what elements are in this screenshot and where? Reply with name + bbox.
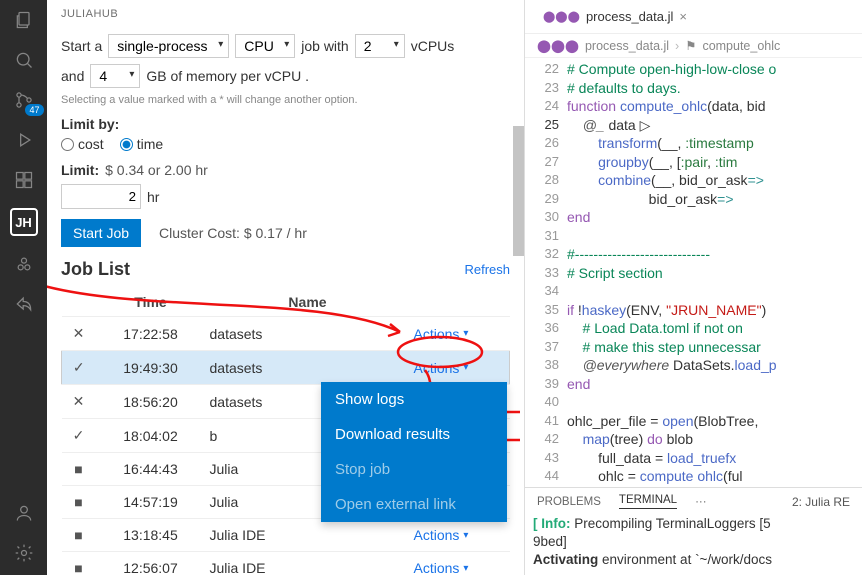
job-time: 18:56:20 (96, 385, 206, 419)
status-icon: ✓ (62, 351, 96, 385)
table-row[interactable]: ✕ 17:22:58 datasets Actions ▾ (62, 317, 510, 351)
menu-show-logs[interactable]: Show logs (321, 382, 507, 417)
tab-process-data[interactable]: ⬤⬤⬤ process_data.jl × (535, 0, 695, 33)
tab-problems[interactable]: PROBLEMS (537, 496, 601, 508)
memory-select[interactable]: 4 (90, 64, 140, 88)
label: vCPUs (411, 38, 455, 54)
julia-file-icon: ⬤⬤⬤ (543, 10, 580, 23)
radio-cost[interactable]: cost (61, 136, 104, 152)
tab-terminal[interactable]: TERMINAL (619, 494, 677, 509)
actions-button[interactable]: Actions ▾ (414, 360, 469, 376)
th-name: Name (206, 288, 410, 317)
job-name: datasets (206, 351, 410, 385)
panel-title: JULIAHUB (47, 0, 524, 24)
status-icon: ✓ (62, 419, 96, 453)
table-row[interactable]: ■ 12:56:07 Julia IDE Actions ▾ (62, 552, 510, 575)
julia-icon[interactable] (12, 252, 36, 276)
source-control-icon[interactable] (12, 88, 36, 112)
menu-download-results[interactable]: Download results (321, 417, 507, 452)
job-time: 14:57:19 (96, 486, 206, 519)
limit-by-label: Limit by: (61, 116, 510, 132)
label: job with (301, 38, 348, 54)
status-icon: ■ (62, 519, 96, 552)
juliahub-panel: JULIAHUB Start a single-process CPU job … (47, 0, 525, 575)
job-time: 12:56:07 (96, 552, 206, 575)
radio-time[interactable]: time (120, 136, 163, 152)
job-time: 16:44:43 (96, 453, 206, 486)
label: GB of memory per vCPU . (146, 68, 309, 84)
menu-stop-job[interactable]: Stop job (321, 452, 507, 487)
share-icon[interactable] (12, 292, 36, 316)
debug-icon[interactable] (12, 128, 36, 152)
actions-dropdown: Show logs Download results Stop job Open… (321, 382, 507, 522)
job-time: 17:22:58 (96, 317, 206, 351)
scrollbar[interactable] (513, 126, 524, 256)
actions-button[interactable]: Actions ▾ (414, 326, 469, 342)
label: Start a (61, 38, 102, 54)
status-icon: ■ (62, 552, 96, 575)
compute-select[interactable]: CPU (235, 34, 295, 58)
status-icon: ✕ (62, 385, 96, 419)
status-icon: ■ (62, 486, 96, 519)
job-name: datasets (206, 317, 410, 351)
limit-label: Limit: (61, 162, 99, 178)
terminal-output[interactable]: [ Info: Precompiling TerminalLoggers [5 … (525, 513, 862, 575)
job-time: 13:18:45 (96, 519, 206, 552)
table-row[interactable]: ✓ 19:49:30 datasets Actions ▾ (62, 351, 510, 385)
terminal-panel: PROBLEMS TERMINAL ··· 2: Julia RE [ Info… (525, 487, 862, 575)
files-icon[interactable] (12, 8, 36, 32)
job-name: Julia IDE (206, 519, 410, 552)
job-list-title: Job List (61, 259, 130, 280)
process-mode-select[interactable]: single-process (108, 34, 229, 58)
limit-unit: hr (147, 189, 159, 205)
actions-button[interactable]: Actions ▾ (414, 560, 469, 575)
close-icon[interactable]: × (679, 9, 687, 24)
start-job-button[interactable]: Start Job (61, 219, 141, 247)
menu-open-external[interactable]: Open external link (321, 487, 507, 522)
editor-tabs: ⬤⬤⬤ process_data.jl × (525, 0, 862, 34)
th-time: Time (96, 288, 206, 317)
juliahub-icon[interactable]: JH (10, 208, 38, 236)
search-icon[interactable] (12, 48, 36, 72)
status-icon: ✕ (62, 317, 96, 351)
table-row[interactable]: ■ 13:18:45 Julia IDE Actions ▾ (62, 519, 510, 552)
hint-text: Selecting a value marked with a * will c… (61, 94, 510, 106)
limit-input[interactable] (61, 184, 141, 209)
account-icon[interactable] (12, 501, 36, 525)
refresh-link[interactable]: Refresh (464, 262, 510, 277)
breadcrumb[interactable]: ⬤⬤⬤ process_data.jl › ⚑ compute_ohlc (525, 34, 862, 58)
code-editor[interactable]: 2223242526272829303132333435363738394041… (525, 58, 862, 487)
activity-bar: JH (0, 0, 47, 575)
limit-desc: $ 0.34 or 2.00 hr (105, 162, 208, 178)
terminal-selector[interactable]: 2: Julia RE (792, 495, 850, 509)
settings-icon[interactable] (12, 541, 36, 565)
vcpus-select[interactable]: 2 (355, 34, 405, 58)
editor-area: ⬤⬤⬤ process_data.jl × ⬤⬤⬤ process_data.j… (525, 0, 862, 575)
cluster-cost: Cluster Cost: $ 0.17 / hr (159, 225, 307, 241)
status-icon: ■ (62, 453, 96, 486)
job-time: 18:04:02 (96, 419, 206, 453)
job-time: 19:49:30 (96, 351, 206, 385)
extensions-icon[interactable] (12, 168, 36, 192)
tab-more[interactable]: ··· (695, 496, 707, 508)
actions-button[interactable]: Actions ▾ (414, 527, 469, 543)
label: and (61, 68, 84, 84)
job-name: Julia IDE (206, 552, 410, 575)
